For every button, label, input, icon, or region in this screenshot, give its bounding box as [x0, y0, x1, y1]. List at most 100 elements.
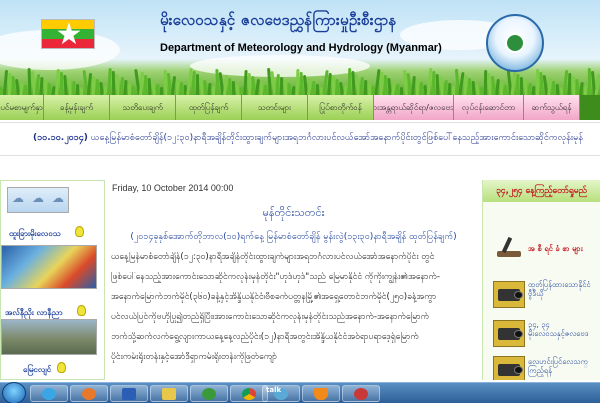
article-line: ဘက်သို့ဆက်လက်ရွေ့လျားကာယနေ့နေ့လည်ပိုင်း(…	[111, 332, 419, 342]
video-tile[interactable]	[493, 281, 525, 308]
meteorology-video-link[interactable]: ၃၄, ၃၄ မိုးလေဝသနှင့်ဇလဗေဒ	[528, 320, 589, 338]
live-weather-link[interactable]: လေဟင်းပြင်လေသက္ ကြည့်ရန်	[528, 357, 588, 375]
weather-warning-image[interactable]: ☁ ☁ ☁	[7, 187, 69, 213]
grass-blade	[227, 77, 232, 95]
lightbulb-icon	[77, 305, 86, 316]
nav-item-0[interactable]: ပင်မစာမျက်နှာ	[0, 95, 44, 120]
nav-item-4[interactable]: သတင်းများ	[242, 95, 308, 120]
grass-blade	[311, 80, 316, 95]
video-tile[interactable]	[493, 320, 525, 347]
grass-blade	[39, 76, 44, 95]
taskbar-media[interactable]	[190, 385, 228, 402]
grass-blade	[211, 85, 216, 95]
site-title-english: Department of Meteorology and Hydrology …	[160, 42, 442, 54]
media-player-icon	[202, 388, 216, 400]
talk-label: talk	[266, 386, 282, 394]
nav-item-5[interactable]: ပြုပ်စာတိုက်ဝန်	[308, 95, 374, 120]
grass-blade	[123, 79, 128, 95]
lightbulb-icon	[75, 226, 84, 237]
sea-temperature-map[interactable]	[1, 245, 97, 289]
left-sidebar: ☁ ☁ ☁ ထူးခြားမိုးလေဝသ အလ်နီညိုး လာနီညာ မ…	[0, 180, 105, 380]
grass-blade	[583, 84, 588, 95]
grass-blade	[128, 83, 131, 95]
myanmar-flag: ★	[41, 19, 95, 49]
nav-item-2[interactable]: သတိပေးချက်	[110, 95, 176, 120]
star-icon: ★	[55, 19, 83, 49]
grass-blade	[395, 83, 400, 95]
article-line: ဖြစ်ပေါ်နေသည့်အားကောင်းသောဆိုင်ကလုန်းမုန…	[111, 272, 441, 282]
grass-blade	[400, 87, 403, 95]
nav-item-8[interactable]: ဆက်သွယ်ရန်	[524, 95, 580, 120]
article-line: ပင်လယ်ပြင်ကိုဗဟိုပြု၍တည်ရှိပြီး၊အားကောင်…	[111, 312, 430, 322]
reports-link[interactable]: အ စီ ရင် ခံ စာ များ	[528, 244, 583, 253]
grass-blade	[479, 86, 484, 95]
vlc-icon	[314, 388, 328, 400]
taskbar-word[interactable]	[110, 385, 148, 402]
video-link[interactable]: ထုတ်ပြန်ထားသောနိုင်ငံ ဗွီဒီယို	[528, 280, 591, 298]
grass-blade	[419, 81, 424, 95]
chrome-icon	[242, 388, 256, 400]
ie-icon	[42, 388, 56, 400]
earthquake-caption[interactable]: မြေငလျင်	[23, 364, 51, 376]
grass-blade	[43, 79, 48, 95]
firefox-icon	[82, 388, 96, 400]
main-navigation: ပင်မစာမျက်နှာ ခန့်မှန်းချက် သတိပေးချက် ထုတ်…	[0, 95, 600, 120]
grass-blade	[79, 86, 84, 95]
taskbar-vlc[interactable]	[302, 385, 340, 402]
nav-item-7[interactable]: လုပ်ငန်းဆောင်တာ	[454, 95, 524, 120]
grass-blade	[363, 79, 368, 95]
grass-blade	[95, 78, 100, 95]
main-article: Friday, 10 October 2014 00:00 မုန်တိုင်း…	[107, 180, 480, 380]
storm-cloud-icon: ☁	[32, 191, 44, 205]
grass-blade	[143, 74, 148, 95]
nav-item-1[interactable]: ခန့်မှန်းချက်	[44, 95, 110, 120]
grass-blade	[207, 82, 212, 95]
grass-blade	[315, 83, 320, 95]
grass-blade	[264, 85, 267, 95]
grass-blade	[231, 80, 236, 95]
article-line: ယနေ့မြန်မာစံတော်ချိန်(၁၂:၃၀)နာရီအချိန်တိ…	[111, 252, 435, 262]
ticker-text[interactable]: (၁၀.၁၀.၂၀၁၄) ယနေ့မြန်မာစံတော်ချိန်(၁၂:၃၀…	[33, 132, 583, 145]
visitor-counter: ၃၄,၂၅၄ နေ့ကြည့်တော်ရှုမည်	[496, 186, 587, 196]
grass-blade	[179, 81, 184, 95]
word-icon	[122, 388, 136, 400]
flood-photo[interactable]	[1, 319, 97, 355]
grass-blade	[531, 85, 536, 95]
rain-cloud-icon: ☁	[12, 191, 24, 205]
enso-caption[interactable]: အလ်နီညိုး လာနီညာ	[5, 307, 63, 319]
taskbar-firefox[interactable]	[70, 385, 108, 402]
grass-blade	[259, 81, 264, 95]
grass-blade	[367, 82, 372, 95]
site-title-myanmar: မိုးလေဝသနှင့် ဇလဗေဒညွှန်ကြားမှုဦးစီးဌာန	[160, 11, 397, 29]
lightbulb-icon	[57, 362, 66, 373]
ticker-date: (၁၀.၁၀.၂၀၁၄)	[33, 133, 88, 143]
taskbar-app[interactable]	[342, 385, 380, 402]
rain-cloud-icon: ☁	[52, 191, 64, 205]
article-line: ပိုင်းကမ်းရိုးတန်းနှင့်အော်ဒီရှာကမ်းရိုး…	[111, 352, 278, 362]
grass-blade	[451, 85, 456, 95]
grass-blade	[279, 76, 284, 95]
grass-blade	[551, 80, 556, 95]
grass-blade	[131, 85, 136, 95]
taskbar-explorer[interactable]	[150, 385, 188, 402]
grass-blade	[468, 78, 471, 95]
grass-blade	[415, 78, 420, 95]
department-logo	[486, 14, 544, 72]
grass-blade	[332, 76, 335, 95]
grass-blade	[91, 75, 96, 95]
grass-blade	[499, 81, 504, 95]
taskbar-ie[interactable]	[30, 385, 68, 402]
article-line: အနောက်မြောက်ဘက်မိုင်(၃၆၀)ခန့်နှင့်အိန္ဒိ…	[111, 292, 437, 302]
nav-item-6[interactable]: သဘာဝ ဘေးအန္တရာယ်ဆိုင်ရာ/ဇလဗေဒ အကြောင်း	[374, 95, 454, 120]
video-tile[interactable]	[493, 356, 525, 380]
nav-item-3[interactable]: ထုတ်ပြန်ချက်	[176, 95, 242, 120]
warning-caption[interactable]: ထူးခြားမိုးလေဝသ	[9, 228, 61, 240]
pen-writing-icon[interactable]	[495, 236, 523, 259]
ticker-message: ယနေ့မြန်မာစံတော်ချိန်(၁၂:၃၀)နာရီအချိန်တိ…	[87, 133, 583, 143]
article-subtitle: (၂၀၁၄ခုနှစ်အောက်တိုဘာလ(၁၀)ရက်နေ့ မြန်မာစ…	[130, 232, 457, 242]
article-title: မုန်တိုင်းသတင်း	[262, 206, 325, 219]
right-sidebar: ၃၄,၂၅၄ နေ့ကြည့်တော်ရှုမည် အ စီ ရင် ခံ စာ…	[482, 180, 600, 380]
grass-blade	[159, 86, 164, 95]
grass-blade	[75, 83, 80, 95]
start-button[interactable]	[2, 382, 26, 403]
